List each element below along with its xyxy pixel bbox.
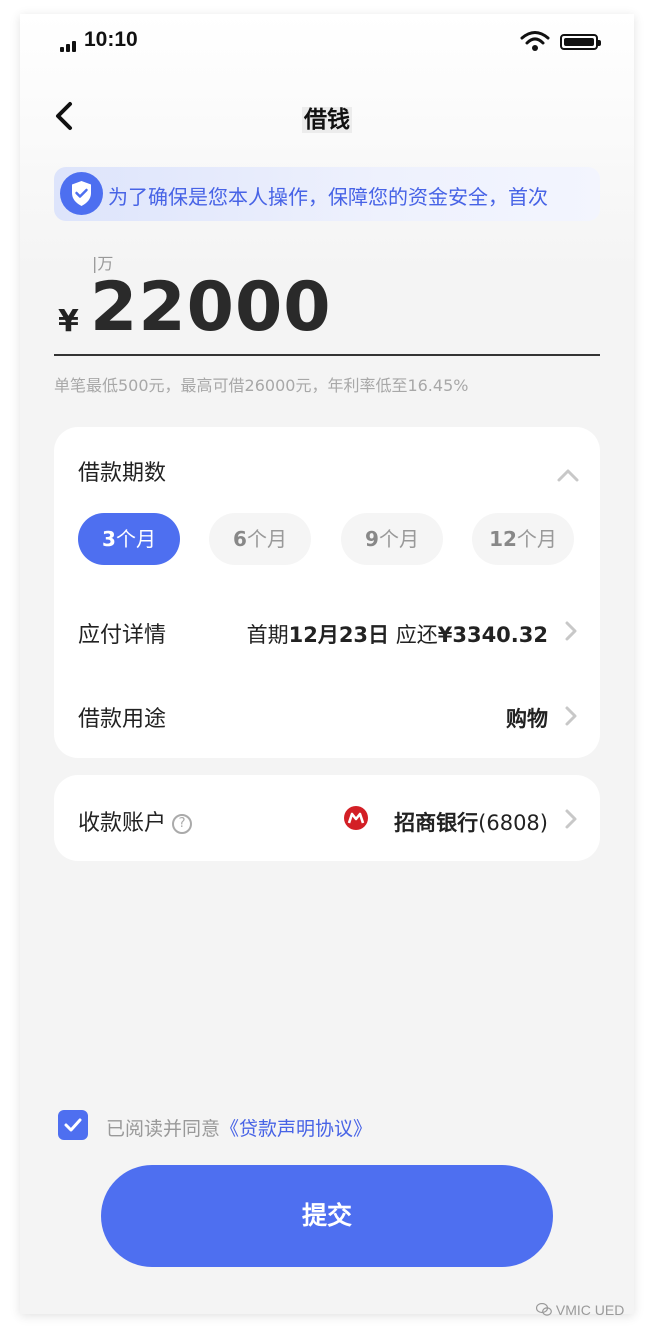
receiving-account-label: 收款账户?	[78, 805, 193, 837]
status-time: 10:10	[84, 28, 138, 51]
loan-term-label: 借款期数	[78, 461, 167, 486]
wechat-icon	[535, 1302, 552, 1316]
payment-detail-value: 首期12月23日 应还¥3340.32	[246, 623, 548, 647]
submit-button[interactable]: 提交	[101, 1165, 553, 1267]
page-title: 借钱	[302, 107, 352, 133]
agreement-row: 已阅读并同意《贷款声明协议》	[58, 1108, 598, 1142]
term-option-3-months[interactable]: 3个月	[78, 513, 180, 565]
cmb-bank-logo-icon	[344, 806, 368, 830]
loan-amount-input[interactable]: 22000	[90, 268, 332, 347]
payment-detail-label: 应付详情	[78, 623, 167, 648]
chevron-right-icon	[565, 621, 577, 641]
security-notice-text: 为了确保是您本人操作，保障您的资金安全，首次	[108, 185, 548, 209]
chevron-right-icon	[565, 809, 577, 829]
term-option-9-months[interactable]: 9个月	[341, 513, 443, 565]
currency-symbol: ¥	[58, 304, 79, 339]
nav-bar: 借钱	[20, 94, 634, 138]
chevron-up-icon[interactable]	[556, 467, 580, 483]
loan-settings-card: 借款期数 3个月 6个月 9个月 12个月 应付详情 首期12月23日 应还¥3…	[54, 427, 600, 758]
loan-purpose-label: 借款用途	[78, 707, 167, 732]
watermark: VMIC UED	[535, 1302, 624, 1318]
signal-icon	[60, 40, 80, 52]
amount-underline	[54, 354, 600, 356]
receiving-account-value: 招商银行(6808)	[394, 811, 548, 835]
status-bar: 10:10	[20, 14, 634, 68]
loan-purpose-value: 购物	[506, 707, 548, 731]
wifi-icon	[520, 31, 550, 51]
checkmark-icon	[64, 1118, 82, 1132]
battery-icon	[560, 34, 601, 50]
help-icon[interactable]: ?	[172, 814, 193, 834]
loan-agreement-link[interactable]: 《贷款声明协议》	[220, 1118, 372, 1140]
loan-limit-text: 单笔最低500元，最高可借26000元，年利率低至16.45%	[54, 376, 469, 395]
phone-screen: 10:10 借钱 为了确保是您本人操作，保障您的资金安全，首次 |万 ¥ 220…	[20, 14, 634, 1314]
shield-icon	[60, 172, 103, 215]
agreement-text: 已阅读并同意《贷款声明协议》	[106, 1118, 373, 1140]
term-option-12-months[interactable]: 12个月	[472, 513, 574, 565]
agreement-checkbox[interactable]	[58, 1110, 88, 1140]
chevron-right-icon	[565, 706, 577, 726]
receiving-account-row[interactable]: 收款账户? 招商银行(6808)	[54, 775, 600, 861]
security-notice-banner: 为了确保是您本人操作，保障您的资金安全，首次	[54, 167, 600, 221]
term-option-6-months[interactable]: 6个月	[209, 513, 311, 565]
